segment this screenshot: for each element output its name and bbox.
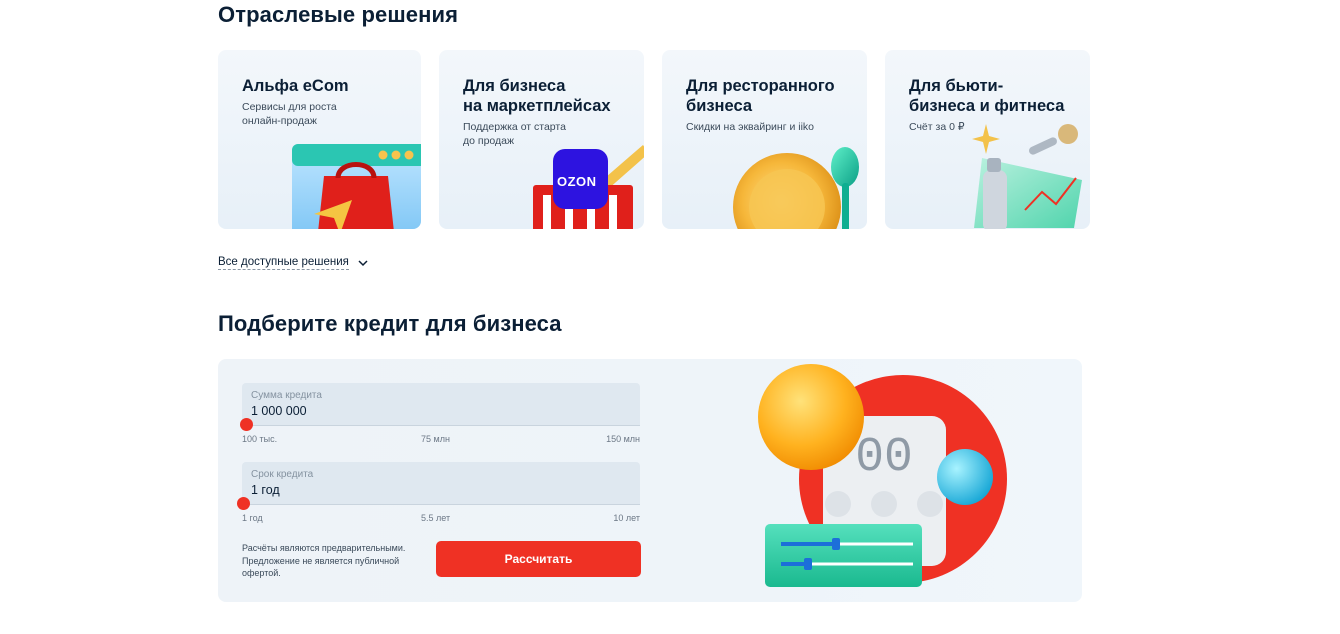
calculate-button[interactable]: Рассчитать <box>436 541 641 577</box>
credit-amount-ticks: 100 тыс. 75 млн 150 млн <box>242 434 640 446</box>
card-marketplaces[interactable]: Для бизнеса на маркетплейсах Поддержка о… <box>439 50 644 229</box>
industry-cards: Альфа eCom Сервисы для роста онлайн-прод… <box>218 50 1090 230</box>
disclaimer-text: Расчёты являются предварительными. Предл… <box>242 543 406 578</box>
ozon-logo: OZON <box>557 174 597 189</box>
plate-and-spoon-icon <box>733 147 859 229</box>
credit-amount-slider-thumb[interactable] <box>240 418 253 431</box>
credit-term-ticks: 1 год 5.5 лет 10 лет <box>242 513 640 525</box>
tick-label: 10 лет <box>613 513 640 523</box>
industry-section-title: Отраслевые решения <box>218 2 459 27</box>
tick-label: 5.5 лет <box>421 513 451 523</box>
tick-label: 100 тыс. <box>242 434 278 444</box>
credit-term-field[interactable]: Срок кредита 1 год <box>242 462 640 505</box>
ecom-window-icon <box>292 144 421 229</box>
credit-amount-label: Сумма кредита <box>251 390 322 401</box>
beauty-fitness-icon <box>972 124 1082 229</box>
card-subtitle: Поддержка от старта до продаж <box>463 121 566 147</box>
card-subtitle: Скидки на эквайринг и iiko <box>686 121 815 133</box>
credit-section-title: Подберите кредит для бизнеса <box>218 311 562 336</box>
tick-label: 75 млн <box>421 434 450 444</box>
card-alfa-ecom[interactable]: Альфа eCom Сервисы для роста онлайн-прод… <box>218 50 421 229</box>
chevron-down-icon[interactable] <box>357 257 369 269</box>
tick-label: 150 млн <box>606 434 640 444</box>
credit-calculator: Сумма кредита 1 000 000 100 тыс. 75 млн … <box>218 359 1082 602</box>
card-beauty-fitness[interactable]: Для бьюти- бизнеса и фитнеса Счёт за 0 ₽ <box>885 50 1090 229</box>
tick-label: 1 год <box>242 513 263 523</box>
calculator-illustration-icon: 00 <box>758 364 1007 587</box>
card-title: Для бизнеса на маркетплейсах <box>463 77 611 115</box>
card-subtitle: Сервисы для роста онлайн-продаж <box>242 101 337 127</box>
all-solutions-link[interactable]: Все доступные решения <box>218 256 349 270</box>
card-title: Для ресторанного бизнеса <box>686 77 835 115</box>
credit-amount-value[interactable]: 1 000 000 <box>251 404 307 418</box>
card-title: Для бьюти- бизнеса и фитнеса <box>909 77 1065 115</box>
credit-term-slider-thumb[interactable] <box>237 497 250 510</box>
card-title: Альфа eCom <box>242 77 349 95</box>
card-subtitle: Счёт за 0 ₽ <box>909 121 965 133</box>
credit-amount-field[interactable]: Сумма кредита 1 000 000 <box>242 383 640 426</box>
page: Отраслевые решения Альфа eCom Сервисы дл… <box>0 0 1340 634</box>
credit-term-label: Срок кредита <box>251 469 314 480</box>
card-restaurants[interactable]: Для ресторанного бизнеса Скидки на эквай… <box>662 50 867 229</box>
credit-term-value[interactable]: 1 год <box>251 483 280 497</box>
display-digits: 00 <box>855 431 913 485</box>
